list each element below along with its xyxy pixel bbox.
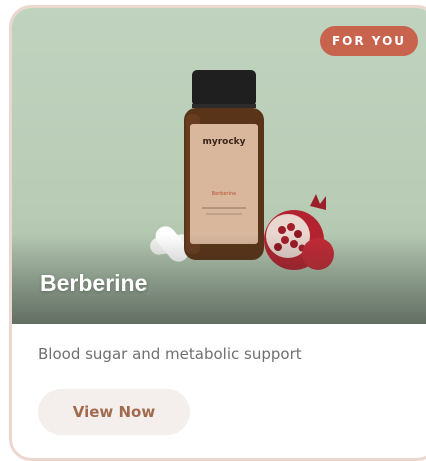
for-you-badge: FOR YOU <box>320 26 418 56</box>
product-description: Blood sugar and metabolic support <box>38 345 302 363</box>
bottle-label-text: Berberine <box>212 191 237 197</box>
product-card[interactable]: myrocky Berberine FOR YOU Berberine Bloo… <box>9 5 426 461</box>
bottle-brand-text: myrocky <box>202 137 245 147</box>
product-title: Berberine <box>40 270 148 296</box>
view-now-button[interactable]: View Now <box>38 389 190 435</box>
product-hero-image: myrocky Berberine FOR YOU Berberine <box>12 8 426 324</box>
